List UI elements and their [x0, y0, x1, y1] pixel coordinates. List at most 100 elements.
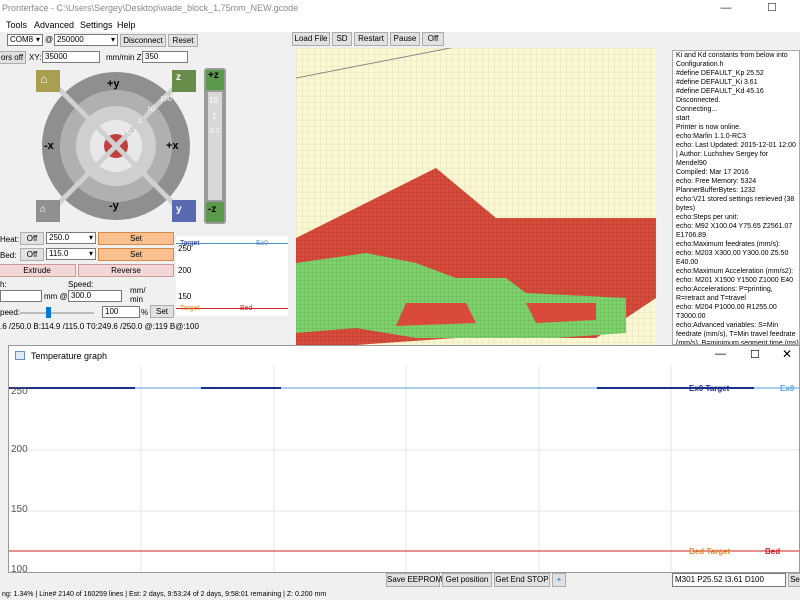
temp-minimize-button[interactable]: — [715, 348, 726, 360]
mini-bed-target-label: Target [180, 305, 200, 312]
speed-input[interactable]: 300.0 [68, 290, 122, 302]
save-eeprom-button[interactable]: Save EEPROM [386, 573, 442, 587]
get-position-button[interactable]: Get position [442, 573, 492, 587]
length-input[interactable] [0, 290, 42, 302]
bed-target-label: Bed Target [689, 547, 731, 556]
home-x-icon[interactable]: ⌂ [40, 204, 46, 215]
print-speed-slider-thumb[interactable] [46, 307, 51, 318]
log-line: start [676, 115, 690, 122]
mm-at-label: mm @ [44, 292, 68, 301]
ylabel-150: 150 [11, 504, 28, 515]
bed-temp-select[interactable]: 115.0 [46, 248, 96, 260]
temp-maximize-button[interactable]: ☐ [750, 348, 760, 361]
pause-button[interactable]: Pause [390, 32, 420, 46]
log-line: | Author: Luchshev Sergey for [676, 151, 769, 158]
z-step-10[interactable]: 10 [209, 96, 218, 105]
x-plus-button[interactable]: +x [166, 140, 179, 152]
menu-tools[interactable]: Tools [6, 20, 27, 30]
bed-off-button[interactable]: Off [20, 248, 44, 261]
xy-step-10[interactable]: 10 [147, 106, 155, 113]
temp-close-button[interactable]: ✕ [782, 347, 792, 361]
log-line: Disconnected. [676, 97, 721, 104]
print-layer-view [296, 48, 656, 345]
z-step-1[interactable]: 1 [212, 112, 216, 121]
x-minus-button[interactable]: -x [44, 140, 54, 152]
console-log[interactable]: Ki and Kd constants from below into Confi… [672, 50, 800, 345]
log-line: bytes) [676, 205, 696, 212]
y-minus-button[interactable]: -y [109, 200, 119, 212]
port-select[interactable]: COM8 [7, 34, 43, 46]
speed-unit-label: mm/ min [130, 286, 146, 304]
disconnect-button[interactable]: Disconnect [120, 34, 166, 47]
log-line: #define DEFAULT_Kp 25.52 [676, 70, 764, 77]
z-feedrate-input[interactable]: 350 [142, 51, 188, 63]
send-button[interactable]: Se [788, 573, 800, 587]
z-home-label[interactable]: z [176, 72, 181, 83]
print-speed-input[interactable]: 100 [102, 306, 140, 318]
get-end-stop-button[interactable]: Get End STOP [494, 573, 550, 587]
print-speed-label: peed: [0, 308, 21, 317]
z-jog-control[interactable] [204, 68, 226, 224]
restart-button[interactable]: Restart [354, 32, 388, 46]
log-line: E40.00 [676, 259, 699, 266]
y-plus-button[interactable]: +y [107, 78, 120, 90]
z-minus-button[interactable]: -z [208, 204, 216, 215]
menu-help[interactable]: Help [117, 20, 136, 30]
maximize-button[interactable]: ☐ [760, 0, 784, 18]
mini-ex-target-label: Target [180, 240, 200, 247]
status-bar: ng: 1.34% | Line# 2140 of 160259 lines |… [0, 590, 800, 600]
log-line: echo: Free Memory: 5324 [676, 178, 757, 185]
xy-step-100[interactable]: 100 [160, 96, 172, 103]
heat-off-button[interactable]: Off [20, 232, 44, 245]
menu-settings[interactable]: Settings [80, 20, 113, 30]
window-app-icon [15, 351, 25, 360]
bed-label: Bed: [0, 251, 17, 260]
load-file-button[interactable]: Load File [292, 32, 330, 46]
menu-bar: Tools Advanced Settings Help [0, 18, 800, 32]
extrude-button[interactable]: Extrude [0, 264, 76, 277]
print-toolbar: Load File SD Restart Pause Off [292, 32, 452, 47]
home-all-icon[interactable]: ⌂ [40, 72, 47, 86]
heat-label: Heat: [0, 235, 20, 244]
command-input[interactable]: M301 P25.52 I3.61 D100 [672, 573, 786, 587]
menu-advanced[interactable]: Advanced [34, 20, 74, 30]
xy-feedrate-input[interactable]: 35000 [42, 51, 100, 63]
log-line: echo:V21 stored settings retrieved (38 [676, 196, 795, 203]
xy-step-1[interactable]: 1 [138, 118, 142, 125]
log-line: Compiled: Mar 17 2016 [676, 169, 749, 176]
log-line: feedrate (mm/s), T=Min travel feedrate [676, 331, 796, 338]
log-line: echo: M92 X100.04 Y75.65 Z2561.07 [676, 223, 793, 230]
log-line: R=retract and T=travel [676, 295, 746, 302]
heat-set-button[interactable]: Set [98, 232, 174, 245]
mini-temp-graph: 250 200 150 Target Ex0 Target Bed [176, 236, 288, 316]
log-line: #define DEFAULT_Ki 3.61 [676, 79, 758, 86]
print-speed-slider-track[interactable] [20, 312, 94, 314]
y-home-label[interactable]: y [176, 204, 182, 215]
temp-window-titlebar: Temperature graph — ☐ ✕ [9, 346, 799, 366]
log-line: echo:Maximum feedrates (mm/s): [676, 241, 781, 248]
z-step-0-1[interactable]: 0.1 [210, 128, 220, 135]
print-speed-set-button[interactable]: Set [150, 305, 174, 318]
z-plus-button[interactable]: +z [208, 70, 219, 81]
print-preview-3d[interactable] [296, 48, 656, 345]
motors-off-button[interactable]: ors off [0, 51, 26, 64]
xy-step-0-1[interactable]: 0.1 [127, 129, 137, 136]
bed-set-button[interactable]: Set [98, 248, 174, 261]
reset-button[interactable]: Reset [168, 34, 198, 47]
heat-temp-select[interactable]: 250.0 [46, 232, 96, 244]
log-line: T3000.00 [676, 313, 706, 320]
reverse-button[interactable]: Reverse [78, 264, 174, 277]
sd-button[interactable]: SD [332, 32, 352, 46]
speed-label: Speed: [68, 280, 94, 289]
title-bar: Pronterface - C:\Users\Sergey\Desktop\wa… [0, 0, 800, 18]
ex0-label: Ex0 [780, 384, 795, 393]
minimize-button[interactable]: — [714, 0, 738, 18]
temperature-graph-window: Temperature graph — ☐ ✕ 250 200 150 100 … [8, 345, 800, 575]
log-line: echo: M201 X1500 Y1500 Z1000 E40 [676, 277, 794, 284]
add-macro-button[interactable]: + [552, 573, 566, 587]
bed-label: Bed [765, 547, 781, 556]
off-button[interactable]: Off [422, 32, 444, 46]
baud-select[interactable]: 250000 [54, 34, 118, 46]
log-line: echo:Steps per unit: [676, 214, 739, 221]
temp-status-text: .6 /250.0 B:114.9 /115.0 T0:249.6 /250.0… [0, 322, 199, 331]
